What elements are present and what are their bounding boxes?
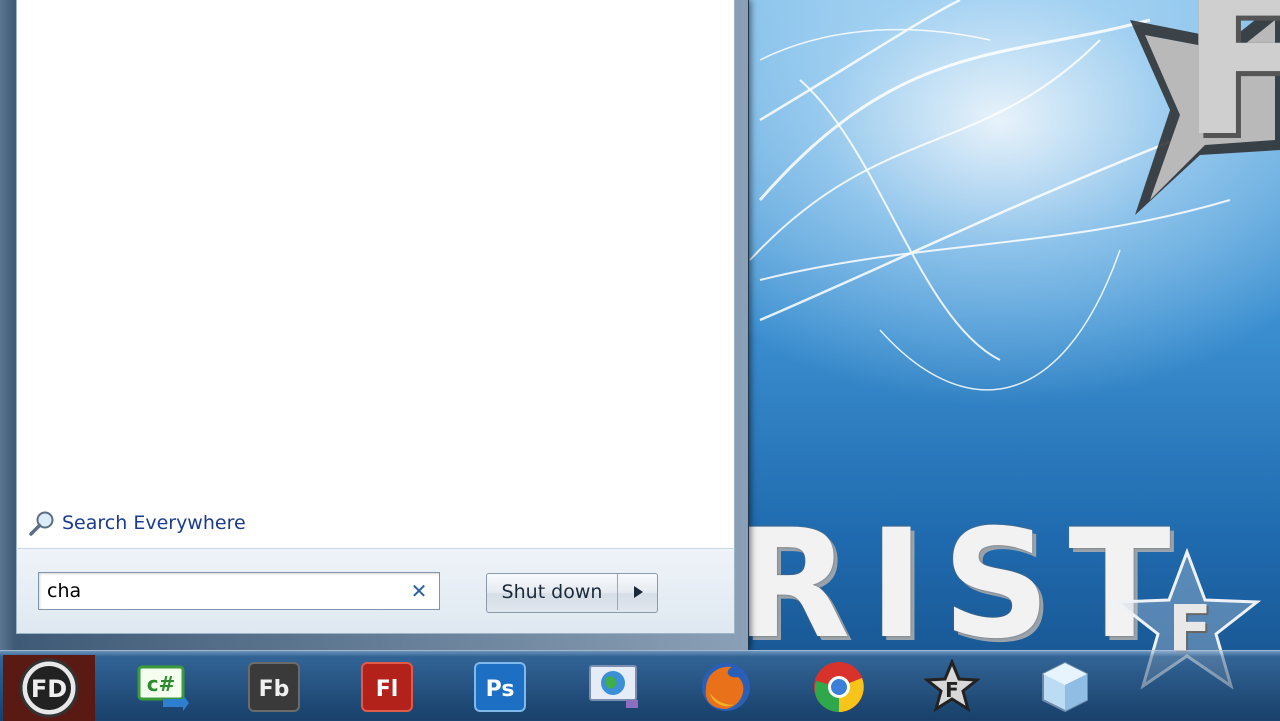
search-everywhere-label: Search Everywhere [62, 512, 246, 534]
clear-search-button[interactable]: ✕ [407, 579, 431, 603]
globe-monitor-icon [589, 665, 638, 708]
taskbar-csharp[interactable]: c# [122, 655, 202, 719]
photoshop-icon: Ps [474, 662, 526, 712]
svg-text:c#: c# [147, 672, 176, 696]
taskbar-flash-builder[interactable]: Fb [234, 655, 314, 719]
svg-text:FD: FD [31, 675, 67, 703]
flash-icon: Fl [361, 662, 413, 712]
svg-text:F: F [945, 678, 959, 702]
start-button[interactable]: FD [3, 655, 95, 721]
chrome-icon [814, 662, 864, 713]
shutdown-options-button[interactable] [618, 574, 657, 610]
svg-text:Fl: Fl [376, 677, 399, 702]
taskbar-firefox[interactable] [686, 655, 766, 719]
svg-text:Fb: Fb [259, 677, 290, 702]
flash-builder-icon: Fb [248, 662, 300, 712]
taskbar-photoshop[interactable]: Ps [460, 655, 540, 719]
chevron-right-icon [633, 586, 643, 598]
taskbar-flash[interactable]: Fl [347, 655, 427, 719]
svg-text:Ps: Ps [486, 677, 515, 702]
taskbar-chrome[interactable] [799, 655, 879, 719]
search-everywhere-link[interactable]: Search Everywhere [28, 506, 246, 540]
star-f-icon: F [924, 659, 980, 713]
search-box: ✕ [38, 572, 440, 610]
taskbar: FD c# Fb Fl Ps F [0, 650, 1280, 721]
firefox-icon [702, 663, 750, 711]
cube-icon [1042, 661, 1088, 713]
taskbar-network[interactable] [573, 655, 653, 719]
taskbar-star-app[interactable]: F [912, 655, 992, 719]
search-input[interactable] [47, 577, 397, 605]
start-menu: Search Everywhere ✕ Shut down [0, 0, 749, 650]
taskbar-cube-app[interactable] [1025, 655, 1105, 719]
search-results-pane [16, 0, 735, 548]
magnifier-icon [29, 511, 54, 536]
csharp-icon: c# [137, 665, 189, 711]
start-orb-icon: FD [19, 658, 79, 718]
wallpaper-logo-letter: F [1180, 0, 1280, 150]
shutdown-group: Shut down [486, 573, 658, 613]
shutdown-button[interactable]: Shut down [487, 574, 618, 610]
